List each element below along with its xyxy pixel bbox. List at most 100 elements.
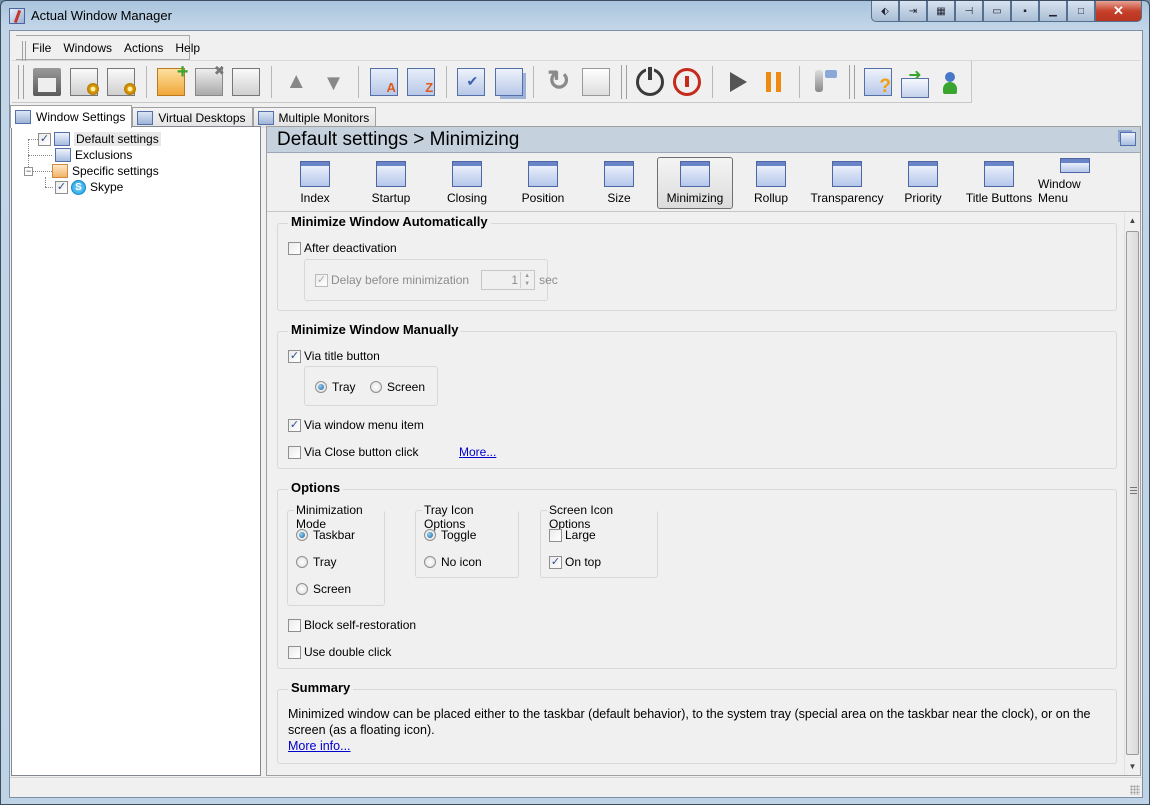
large-option[interactable]: Large: [549, 528, 596, 542]
more-link[interactable]: More...: [459, 445, 496, 459]
screen-option[interactable]: Screen: [370, 380, 425, 394]
delete-rule-button[interactable]: [192, 63, 225, 100]
tab-multiple-monitors[interactable]: Multiple Monitors: [252, 107, 377, 128]
category-size[interactable]: Size: [581, 157, 657, 209]
menu-actions[interactable]: Actions: [118, 41, 169, 55]
tree-item-exclusions[interactable]: Exclusions: [52, 147, 132, 163]
screen-radio[interactable]: [296, 583, 308, 595]
toolbar-grip[interactable]: [849, 64, 856, 99]
minimize-button[interactable]: ▁: [1039, 1, 1067, 22]
resize-grip[interactable]: [1130, 785, 1140, 795]
tree-item-default-settings[interactable]: ✓ Default settings: [38, 131, 161, 147]
category-minimizing[interactable]: Minimizing: [657, 157, 733, 209]
tab-virtual-desktops[interactable]: Virtual Desktops: [132, 107, 253, 128]
feedback-button[interactable]: [899, 64, 932, 100]
no-icon-option[interactable]: No icon: [424, 555, 482, 569]
sort-za-button[interactable]: [367, 64, 400, 100]
taskbar-radio[interactable]: [296, 529, 308, 541]
copy-rule-button[interactable]: [229, 64, 262, 100]
tray-radio[interactable]: [315, 381, 327, 393]
no-icon-radio[interactable]: [424, 556, 436, 568]
menu-file[interactable]: File: [26, 41, 57, 55]
spin-down-icon[interactable]: ▼: [521, 280, 533, 288]
toolbar-grip[interactable]: [18, 64, 24, 99]
scroll-down-icon[interactable]: ▼: [1125, 759, 1140, 775]
close-button[interactable]: ✕: [1095, 1, 1142, 22]
restore-panel-icon[interactable]: [1120, 132, 1136, 146]
category-transparency[interactable]: Transparency: [809, 157, 885, 209]
delay-checkbox[interactable]: ✓: [315, 273, 328, 287]
settings-user-2-button[interactable]: [105, 64, 138, 100]
large-checkbox[interactable]: [549, 528, 562, 542]
menu-help[interactable]: Help: [169, 41, 206, 55]
more-info-link[interactable]: More info...: [288, 739, 351, 753]
on-top-option[interactable]: ✓ On top: [549, 555, 601, 569]
via-window-menu-checkbox[interactable]: ✓: [288, 418, 301, 432]
mode-taskbar-option[interactable]: Taskbar: [296, 528, 355, 542]
menu-grip[interactable]: [22, 41, 26, 61]
via-window-menu-option[interactable]: ✓ Via window menu item: [288, 418, 424, 432]
tree-item-skype[interactable]: ✓ S Skype: [55, 179, 123, 195]
toggle-option[interactable]: Toggle: [424, 528, 476, 542]
paste-button[interactable]: [580, 64, 613, 100]
tray-radio[interactable]: [296, 556, 308, 568]
via-close-button-checkbox[interactable]: [288, 445, 301, 459]
maximize-button[interactable]: □: [1067, 1, 1095, 22]
mode-tray-option[interactable]: Tray: [296, 555, 337, 569]
check-all-button[interactable]: [455, 64, 488, 100]
pause-button[interactable]: [758, 64, 791, 100]
help-button[interactable]: [861, 64, 894, 100]
power-button[interactable]: [633, 64, 666, 100]
category-title-buttons[interactable]: Title Buttons: [961, 157, 1037, 209]
transparency-button[interactable]: ▦: [927, 1, 955, 22]
vertical-scrollbar[interactable]: ▲ ▼: [1124, 213, 1140, 775]
mode-screen-option[interactable]: Screen: [296, 582, 351, 596]
use-double-click-option[interactable]: Use double click: [288, 645, 391, 659]
default-settings-checkbox[interactable]: ✓: [38, 132, 51, 146]
tools-button[interactable]: [808, 64, 841, 100]
play-button[interactable]: [721, 64, 754, 100]
use-double-click-checkbox[interactable]: [288, 645, 301, 659]
category-closing[interactable]: Closing: [429, 157, 505, 209]
category-window-menu[interactable]: Window Menu: [1037, 157, 1113, 209]
screen-radio[interactable]: [370, 381, 382, 393]
toolbar-grip[interactable]: [621, 64, 627, 99]
block-self-restoration-option[interactable]: Block self-restoration: [288, 618, 416, 632]
cascade-button[interactable]: [492, 64, 525, 100]
collapse-icon[interactable]: −: [24, 166, 33, 176]
rollup-button[interactable]: ▭: [983, 1, 1011, 22]
scroll-thumb[interactable]: [1126, 231, 1139, 755]
move-up-button[interactable]: [280, 64, 313, 100]
stay-on-top-button[interactable]: ⊣: [955, 1, 983, 22]
via-title-button-option[interactable]: ✓ Via title button: [288, 349, 380, 363]
tab-window-settings[interactable]: Window Settings: [10, 105, 133, 128]
after-deactivation-checkbox[interactable]: [288, 241, 301, 255]
block-self-restoration-checkbox[interactable]: [288, 618, 301, 632]
settings-user-button[interactable]: [67, 64, 100, 100]
skype-checkbox[interactable]: ✓: [55, 180, 68, 194]
category-position[interactable]: Position: [505, 157, 581, 209]
sort-az-button[interactable]: [405, 64, 438, 100]
add-rule-button[interactable]: [155, 61, 188, 100]
minimize-to-tray-button[interactable]: ⇥: [899, 1, 927, 22]
scroll-up-icon[interactable]: ▲: [1125, 213, 1140, 229]
tree-item-specific-settings[interactable]: − Specific settings: [24, 163, 159, 179]
on-top-checkbox[interactable]: ✓: [549, 555, 562, 569]
support-button[interactable]: [936, 64, 969, 100]
tray-option[interactable]: Tray: [315, 380, 356, 394]
category-startup[interactable]: Startup: [353, 157, 429, 209]
category-index[interactable]: Index: [277, 157, 353, 209]
minimize-alt-button[interactable]: ▪: [1011, 1, 1039, 22]
move-down-button[interactable]: [317, 64, 350, 100]
category-priority[interactable]: Priority: [885, 157, 961, 209]
delay-spinner[interactable]: 1 ▲ ▼: [481, 270, 536, 290]
redo-button[interactable]: [542, 64, 575, 100]
category-rollup[interactable]: Rollup: [733, 157, 809, 209]
via-title-button-checkbox[interactable]: ✓: [288, 349, 301, 363]
toggle-radio[interactable]: [424, 529, 436, 541]
stop-button[interactable]: [670, 64, 703, 100]
via-close-button-option[interactable]: Via Close button click: [288, 445, 419, 459]
save-button[interactable]: [30, 64, 63, 100]
spin-up-icon[interactable]: ▲: [521, 272, 533, 280]
menu-windows[interactable]: Windows: [57, 41, 118, 55]
